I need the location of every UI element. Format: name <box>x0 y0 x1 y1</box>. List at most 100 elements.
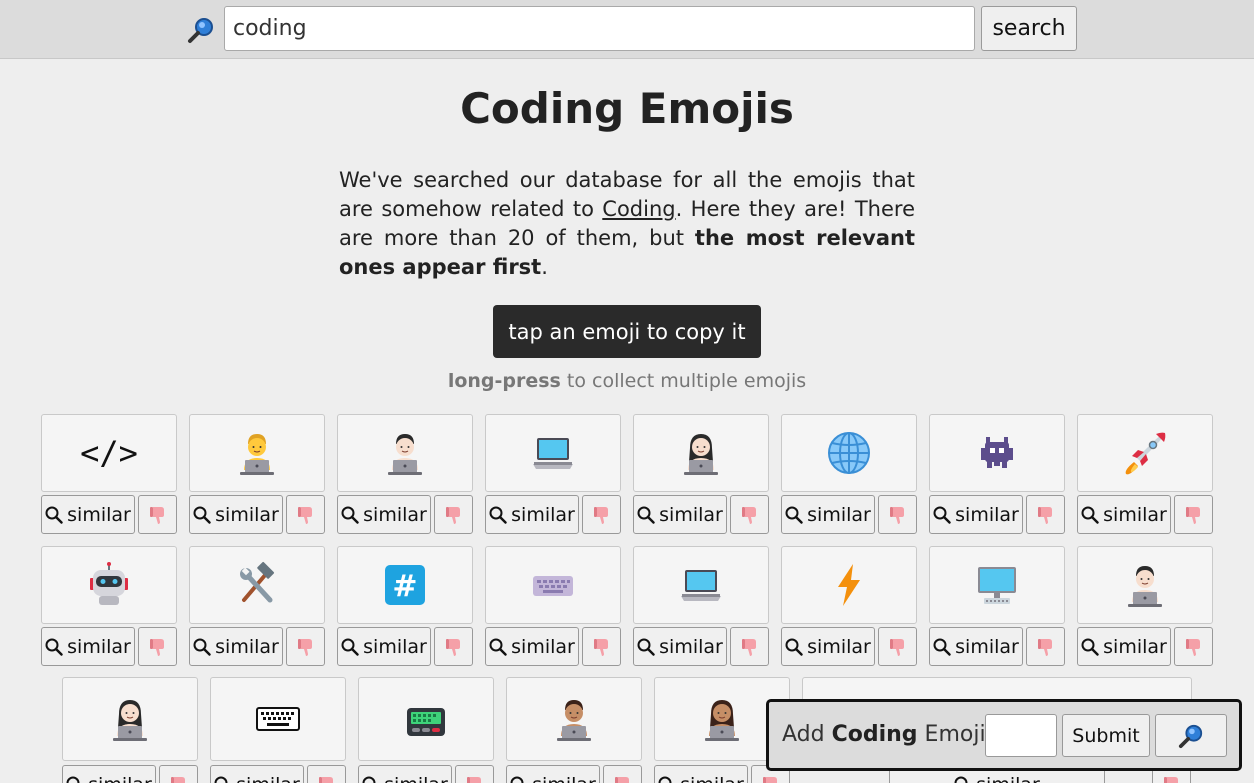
dislike-button[interactable] <box>730 495 769 534</box>
dislike-button[interactable] <box>878 495 917 534</box>
similar-label: similar <box>976 774 1040 783</box>
emoji-tile-laptop[interactable] <box>633 546 769 624</box>
add-search-button[interactable] <box>1155 714 1227 757</box>
thumbs-down-icon <box>1037 506 1052 524</box>
similar-label: similar <box>955 635 1019 658</box>
similar-button[interactable]: similar <box>337 627 431 666</box>
similar-button[interactable]: similar <box>41 495 135 534</box>
similar-label: similar <box>955 503 1019 526</box>
emoji-tile-man-technologist[interactable] <box>1077 546 1213 624</box>
globe-with-meridians-icon <box>828 432 870 474</box>
add-emoji-label: Add Coding Emoji: <box>782 722 993 747</box>
emoji-tile-laptop[interactable] <box>485 414 621 492</box>
emoji-card: similar <box>485 546 621 671</box>
emoji-tile-woman-technologist[interactable] <box>633 414 769 492</box>
similar-button[interactable]: similar <box>337 495 431 534</box>
emoji-tile-man-technologist[interactable] <box>337 414 473 492</box>
dislike-button[interactable] <box>159 765 198 783</box>
emoji-tile-desktop-computer[interactable] <box>929 546 1065 624</box>
similar-button[interactable]: similar <box>189 495 283 534</box>
magnifier-outline-icon <box>954 776 968 783</box>
dislike-button[interactable] <box>1174 627 1213 666</box>
similar-button[interactable]: similar <box>633 495 727 534</box>
emoji-tile-high-voltage[interactable] <box>781 546 917 624</box>
magnifier-icon <box>188 18 213 43</box>
similar-button[interactable]: similar <box>358 765 452 783</box>
dislike-button[interactable] <box>307 765 346 783</box>
submit-button[interactable]: Submit <box>1062 714 1150 757</box>
thumbs-down-icon <box>593 638 608 656</box>
emoji-tile-keycap-hash[interactable]: # <box>337 546 473 624</box>
emoji-tile-keyboard[interactable] <box>485 546 621 624</box>
search-input[interactable] <box>224 6 975 51</box>
pager-icon <box>407 708 445 736</box>
similar-button[interactable]: similar <box>633 627 727 666</box>
search-button[interactable]: search <box>981 6 1077 51</box>
similar-button[interactable]: similar <box>485 495 579 534</box>
thumbs-down-icon <box>1163 776 1178 783</box>
page-title: Coding Emojis <box>460 84 794 133</box>
emoji-tile-robot[interactable] <box>41 546 177 624</box>
dislike-button[interactable] <box>582 495 621 534</box>
magnifier-outline-icon <box>45 638 63 656</box>
similar-label: similar <box>67 503 131 526</box>
similar-button[interactable]: similar <box>485 627 579 666</box>
similar-button[interactable]: similar <box>1077 627 1171 666</box>
dislike-button[interactable] <box>455 765 494 783</box>
space-invader-icon <box>981 437 1013 468</box>
thumbs-down-icon <box>170 776 185 783</box>
emoji-tile-man-technologist-medium[interactable] <box>506 677 642 761</box>
emoji-card: similar <box>633 546 769 671</box>
magnifier-outline-icon <box>193 638 211 656</box>
similar-button[interactable]: similar <box>41 627 135 666</box>
similar-button[interactable]: similar <box>1077 495 1171 534</box>
magnifier-outline-icon <box>193 506 211 524</box>
keycap-hash-icon: # <box>385 565 425 605</box>
dislike-button[interactable] <box>1174 495 1213 534</box>
thumbs-down-icon <box>741 506 756 524</box>
dislike-button[interactable] <box>286 627 325 666</box>
similar-button[interactable]: similar <box>506 765 600 783</box>
woman-technologist-icon <box>113 700 147 741</box>
similar-button[interactable]: similar <box>210 765 304 783</box>
similar-button[interactable]: similar <box>62 765 156 783</box>
similar-button[interactable]: similar <box>929 495 1023 534</box>
dislike-button[interactable] <box>286 495 325 534</box>
dislike-button[interactable] <box>582 627 621 666</box>
dislike-button[interactable] <box>1026 627 1065 666</box>
similar-button[interactable]: similar <box>929 627 1023 666</box>
dislike-button[interactable] <box>603 765 642 783</box>
emoji-tile-hammer-and-wrench[interactable] <box>189 546 325 624</box>
dislike-button[interactable] <box>1026 495 1065 534</box>
similar-button[interactable]: similar <box>781 495 875 534</box>
dislike-button[interactable] <box>434 627 473 666</box>
dislike-button[interactable] <box>434 495 473 534</box>
emoji-tile-woman-technologist[interactable] <box>62 677 198 761</box>
similar-button[interactable]: similar <box>189 627 283 666</box>
dislike-button[interactable] <box>878 627 917 666</box>
top-search-bar: search <box>0 0 1254 59</box>
dislike-button[interactable] <box>138 627 177 666</box>
similar-button[interactable]: similar <box>654 765 748 783</box>
dislike-button[interactable] <box>138 495 177 534</box>
emoji-tile-space-invader[interactable] <box>929 414 1065 492</box>
add-emoji-input[interactable] <box>985 714 1057 757</box>
thumbs-down-icon <box>149 506 164 524</box>
coding-link[interactable]: Coding <box>602 197 675 221</box>
emoji-tile-globe-with-meridians[interactable] <box>781 414 917 492</box>
emoji-tile-keyboard-outline[interactable] <box>210 677 346 761</box>
hammer-and-wrench-icon <box>240 561 275 603</box>
similar-label: similar <box>363 635 427 658</box>
add-emoji-form: Add Coding Emoji: Submit <box>766 699 1242 771</box>
emoji-tile-technologist[interactable] <box>189 414 325 492</box>
svg-text:#: # <box>392 569 417 604</box>
similar-label: similar <box>807 503 871 526</box>
dislike-button[interactable] <box>730 627 769 666</box>
emoji-tile-rocket[interactable] <box>1077 414 1213 492</box>
emoji-tile-pager[interactable] <box>358 677 494 761</box>
emoji-tile-code-brackets[interactable]: </> <box>41 414 177 492</box>
long-press-hint: long-press to collect multiple emojis <box>447 370 807 392</box>
emoji-card: similar <box>210 677 346 783</box>
similar-button[interactable]: similar <box>781 627 875 666</box>
thumbs-down-icon <box>445 506 460 524</box>
